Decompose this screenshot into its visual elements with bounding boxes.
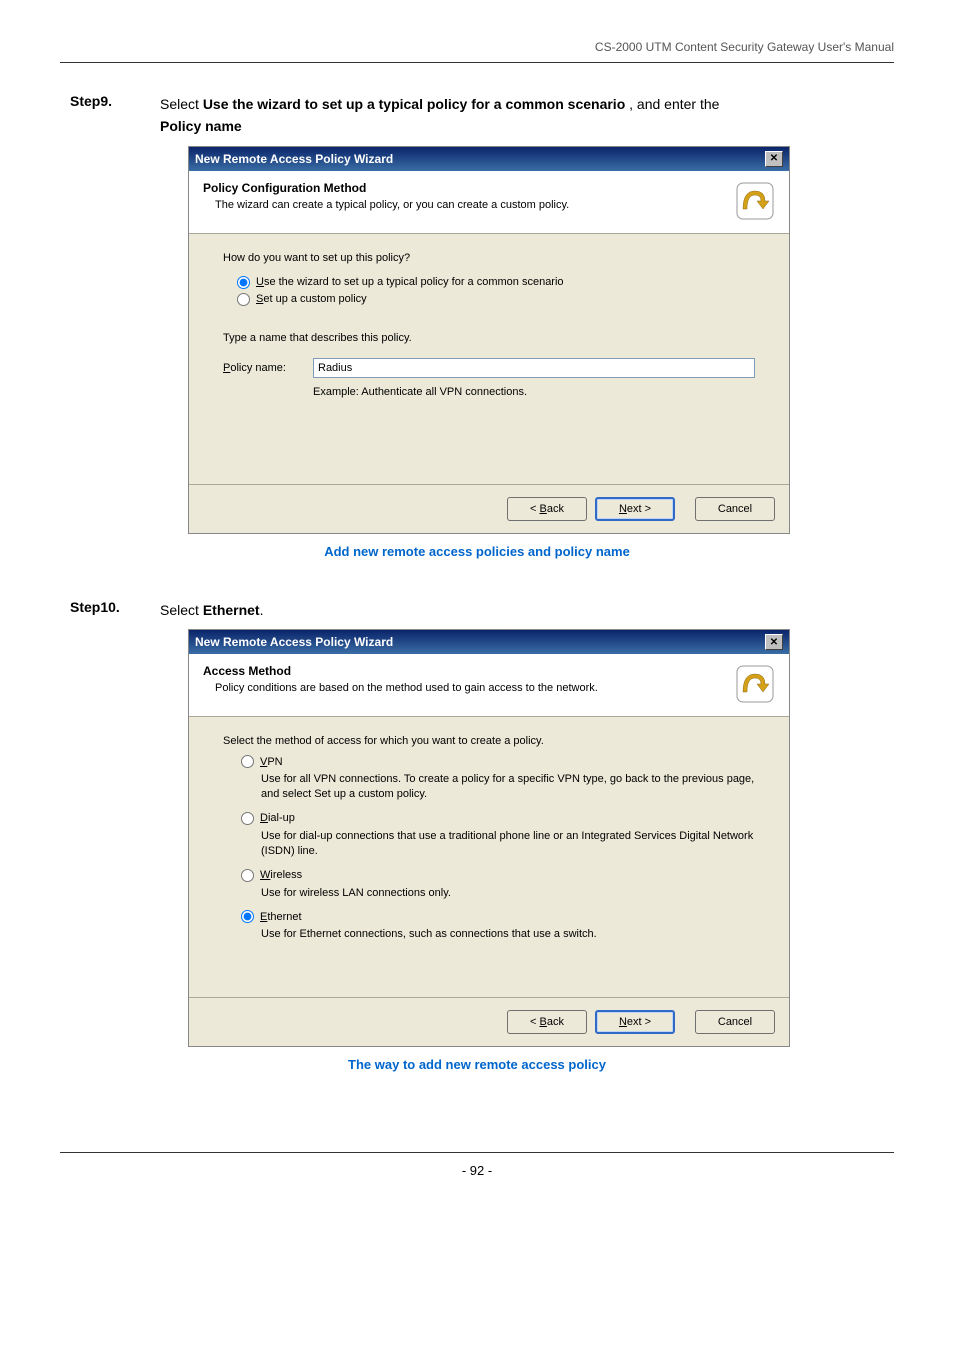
dialog2-select-text: Select the method of access for which yo…: [223, 735, 755, 747]
step10-bold: Ethernet: [203, 602, 260, 618]
radio-vpn[interactable]: VPN: [241, 755, 755, 768]
radio-wireless-input[interactable]: [241, 869, 254, 882]
step9-pre: Select: [160, 96, 203, 112]
wizard-icon: [735, 181, 775, 221]
back-button[interactable]: < Back: [507, 497, 587, 521]
next-button[interactable]: Next >: [595, 497, 675, 521]
vpn-desc: Use for all VPN connections. To create a…: [261, 772, 755, 802]
policy-name-example: Example: Authenticate all VPN connection…: [313, 386, 755, 398]
policy-wizard-dialog-2: New Remote Access Policy Wizard ✕ Access…: [188, 629, 790, 1047]
step10-text: Select Ethernet.: [160, 599, 264, 621]
cancel-button[interactable]: Cancel: [695, 1010, 775, 1034]
policy-name-row: Policy name:: [223, 358, 755, 378]
policy-wizard-dialog-1: New Remote Access Policy Wizard ✕ Policy…: [188, 146, 790, 534]
dialog1-banner-title: Policy Configuration Method: [203, 181, 725, 195]
dialog2-body: Select the method of access for which yo…: [189, 717, 789, 997]
radio-ethernet[interactable]: Ethernet: [241, 910, 755, 923]
dialog1-body: How do you want to set up this policy? U…: [189, 234, 789, 484]
dialog1-question: How do you want to set up this policy?: [223, 252, 755, 264]
radio-custom-policy[interactable]: Set up a custom policy: [237, 293, 755, 306]
radio-dialup-label: Dial-up: [260, 812, 295, 824]
opt-dialup: Dial-up Use for dial-up connections that…: [241, 812, 755, 859]
close-icon[interactable]: ✕: [765, 151, 783, 167]
radio-ethernet-label: Ethernet: [260, 911, 302, 923]
step10-post: .: [260, 602, 264, 618]
radio-vpn-label: VPN: [260, 756, 283, 768]
dialog2-buttons: < Back Next > Cancel: [189, 997, 789, 1046]
step9-mid: , and enter the: [625, 96, 719, 112]
page-footer: - 92 -: [60, 1152, 894, 1178]
next-button[interactable]: Next >: [595, 1010, 675, 1034]
step9-label: Step9.: [70, 93, 160, 109]
page-number: - 92 -: [462, 1163, 492, 1178]
wizard-icon: [735, 664, 775, 704]
policy-name-input[interactable]: [313, 358, 755, 378]
opt-ethernet: Ethernet Use for Ethernet connections, s…: [241, 910, 755, 942]
step10-pre: Select: [160, 602, 203, 618]
radio-use-wizard-label: Use the wizard to set up a typical polic…: [256, 276, 564, 288]
radio-custom-policy-input[interactable]: [237, 293, 250, 306]
radio-wireless[interactable]: Wireless: [241, 869, 755, 882]
radio-use-wizard-input[interactable]: [237, 276, 250, 289]
ethernet-desc: Use for Ethernet connections, such as co…: [261, 927, 755, 942]
opt-vpn: VPN Use for all VPN connections. To crea…: [241, 755, 755, 802]
cancel-button[interactable]: Cancel: [695, 497, 775, 521]
dialog2-banner-sub: Policy conditions are based on the metho…: [215, 682, 725, 694]
manual-header: CS-2000 UTM Content Security Gateway Use…: [60, 40, 894, 63]
radio-ethernet-input[interactable]: [241, 910, 254, 923]
dialog1-titlebar: New Remote Access Policy Wizard ✕: [189, 147, 789, 171]
step9-bold: Use the wizard to set up a typical polic…: [203, 96, 625, 112]
radio-dialup-input[interactable]: [241, 812, 254, 825]
step10-label: Step10.: [70, 599, 160, 615]
step9-bold2: Policy name: [160, 118, 242, 134]
radio-use-wizard[interactable]: Use the wizard to set up a typical polic…: [237, 276, 755, 289]
dialog2-title: New Remote Access Policy Wizard: [195, 635, 393, 649]
dialog2-banner: Access Method Policy conditions are base…: [189, 654, 789, 717]
dialog2-banner-title: Access Method: [203, 664, 725, 678]
dialog1-banner: Policy Configuration Method The wizard c…: [189, 171, 789, 234]
dialog1-title: New Remote Access Policy Wizard: [195, 152, 393, 166]
opt-wireless: Wireless Use for wireless LAN connection…: [241, 869, 755, 901]
policy-name-label: Policy name:: [223, 362, 313, 374]
step10-row: Step10. Select Ethernet.: [70, 599, 894, 621]
dialog1-type-label: Type a name that describes this policy.: [223, 332, 755, 344]
radio-wireless-label: Wireless: [260, 869, 302, 881]
radio-vpn-input[interactable]: [241, 755, 254, 768]
radio-dialup[interactable]: Dial-up: [241, 812, 755, 825]
caption-2: The way to add new remote access policy: [60, 1057, 894, 1072]
step9-row: Step9. Select Use the wizard to set up a…: [70, 93, 894, 138]
step9-text: Select Use the wizard to set up a typica…: [160, 93, 719, 138]
dialog1-buttons: < Back Next > Cancel: [189, 484, 789, 533]
back-button[interactable]: < Back: [507, 1010, 587, 1034]
close-icon[interactable]: ✕: [765, 634, 783, 650]
radio-custom-policy-label: Set up a custom policy: [256, 293, 367, 305]
dialog2-titlebar: New Remote Access Policy Wizard ✕: [189, 630, 789, 654]
caption-1: Add new remote access policies and polic…: [60, 544, 894, 559]
dialup-desc: Use for dial-up connections that use a t…: [261, 829, 755, 859]
wireless-desc: Use for wireless LAN connections only.: [261, 886, 755, 901]
dialog1-banner-sub: The wizard can create a typical policy, …: [215, 199, 725, 211]
